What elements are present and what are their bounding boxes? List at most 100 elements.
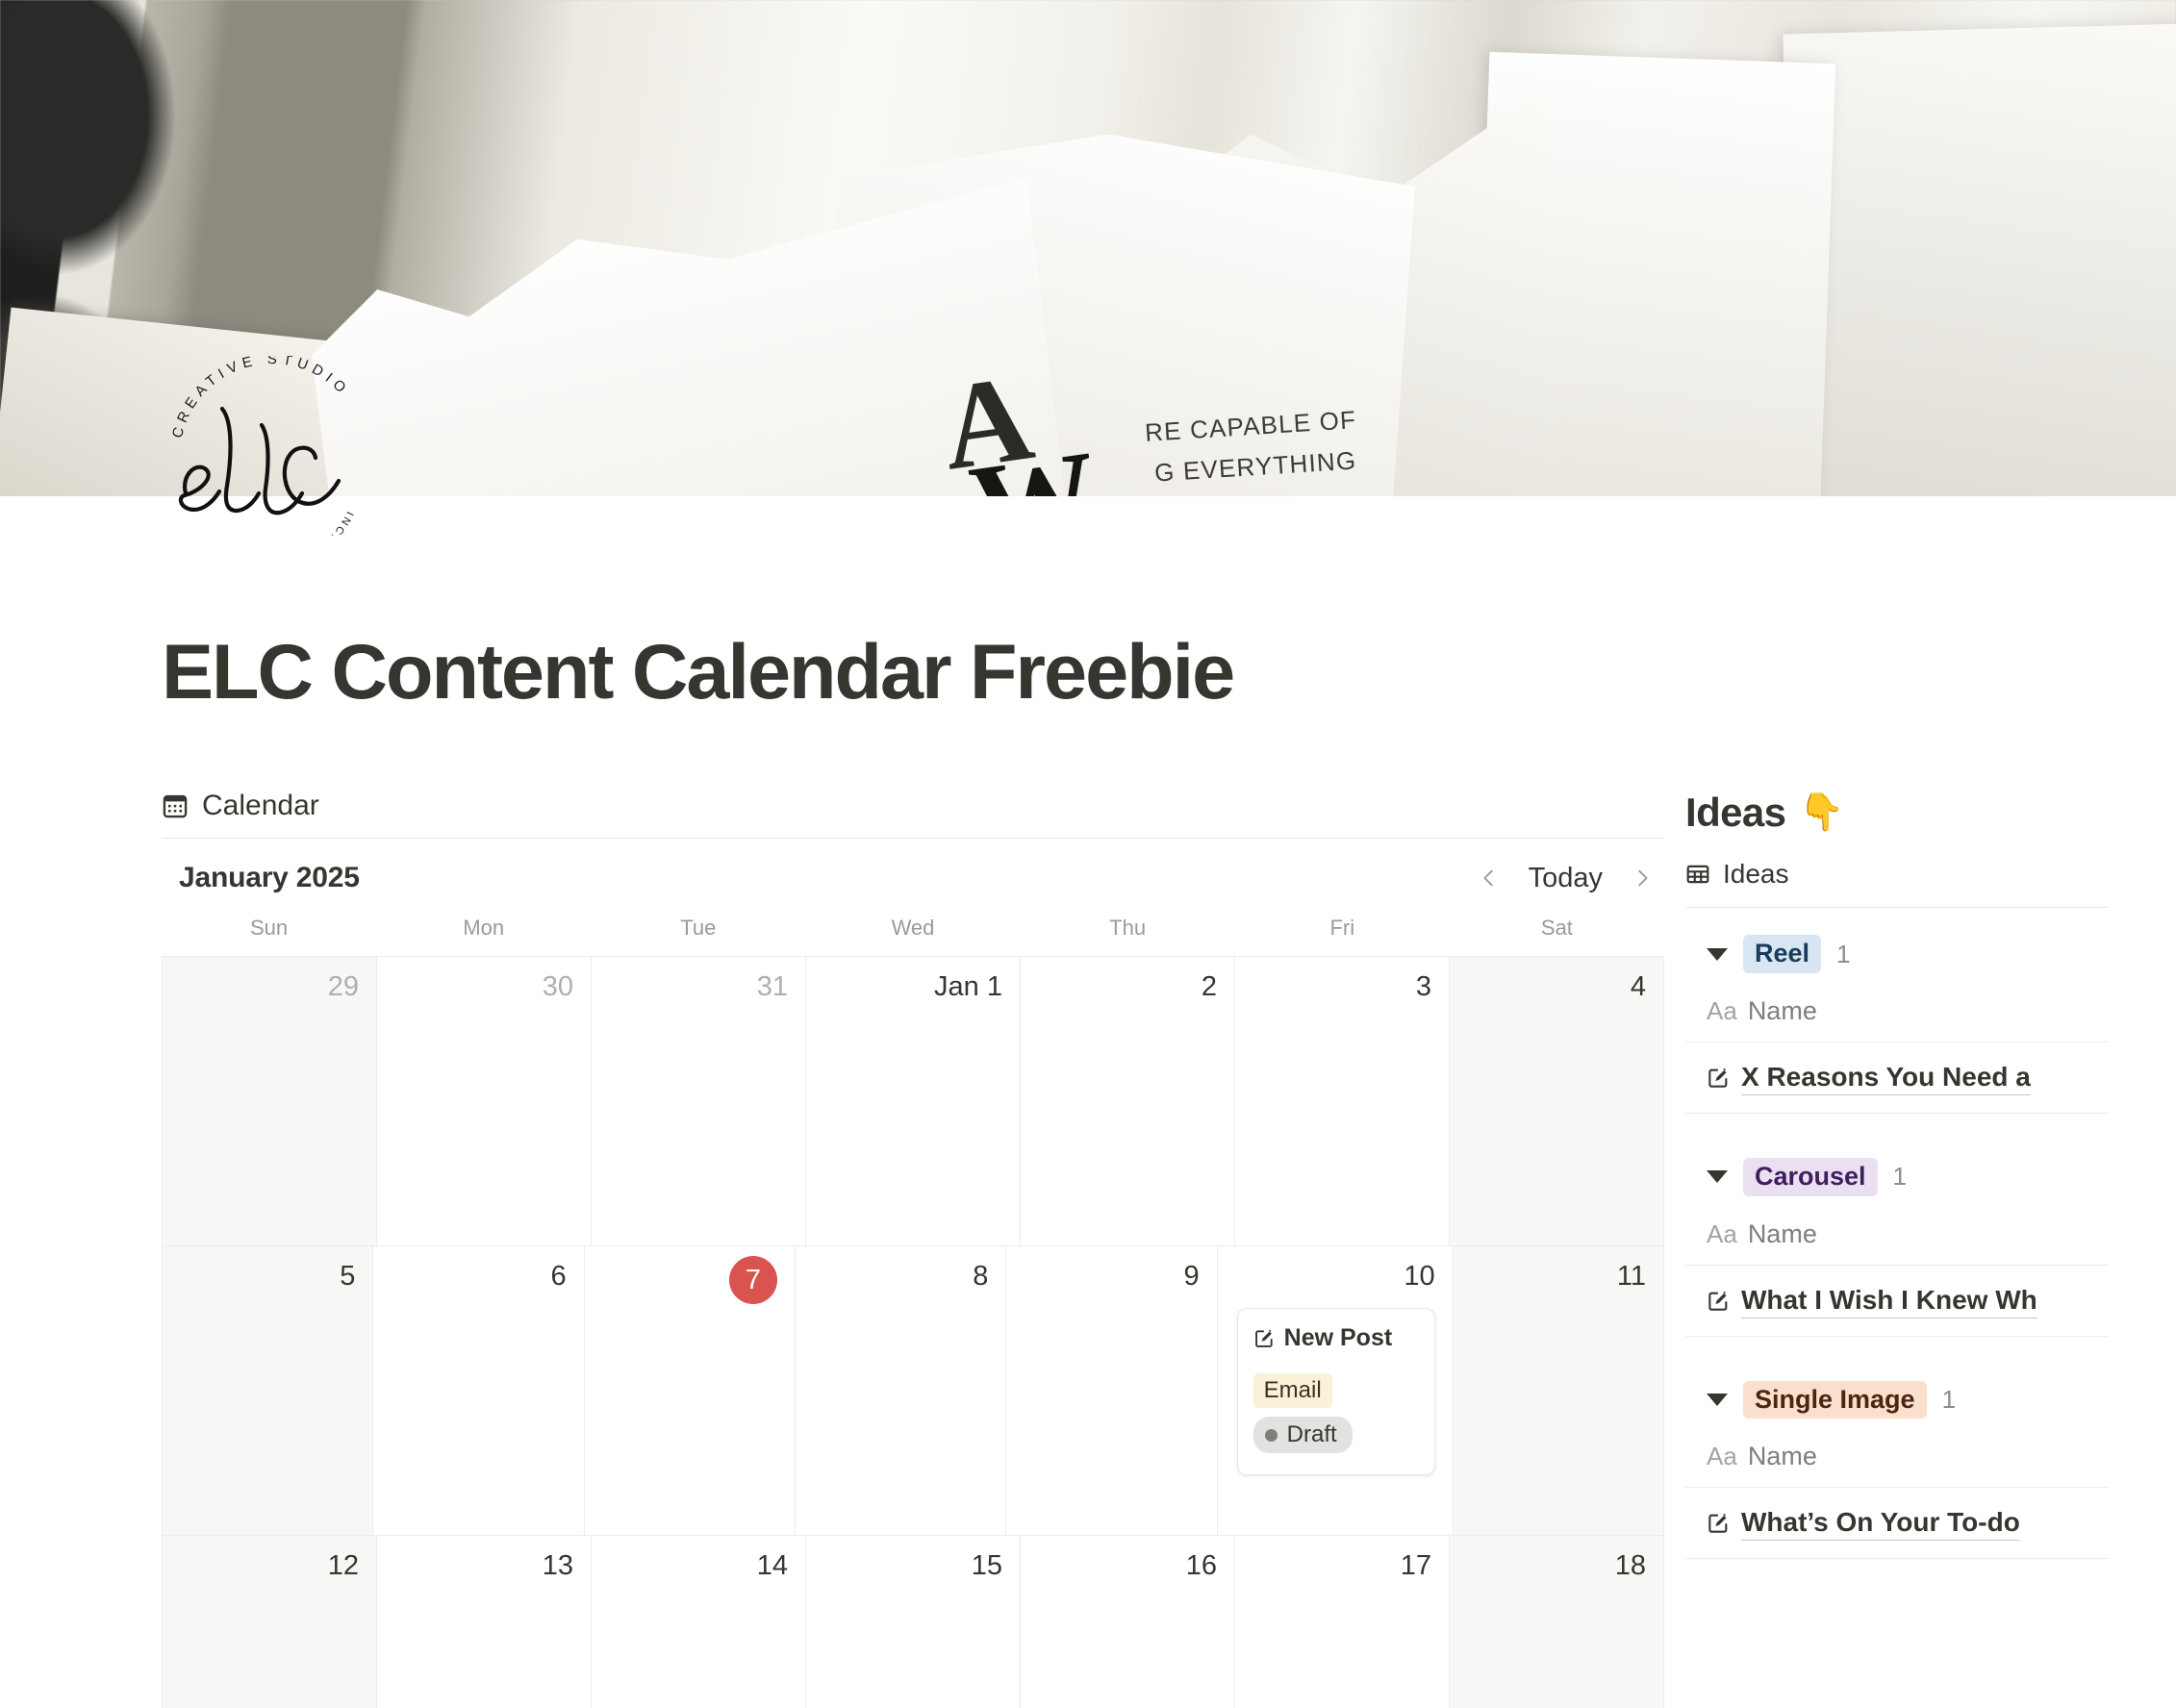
calendar-day-number: 17 (1400, 1550, 1431, 1582)
weekday-label: Wed (891, 916, 935, 941)
calendar-today-badge: 7 (728, 1256, 777, 1305)
ideas-group: Reel 1 Aa Name X Reasons You Need a (1685, 908, 2109, 1131)
calendar-day-cell[interactable]: 13 (377, 1536, 592, 1708)
calendar-day-cell[interactable]: 18 (1450, 1536, 1664, 1708)
calendar-day-cell[interactable]: 3 (1235, 957, 1450, 1247)
calendar-day-cell[interactable]: 8 (795, 1246, 1007, 1537)
ideas-group-spacer (1685, 1114, 2109, 1131)
calendar-day-cell[interactable]: 2 (1021, 957, 1235, 1247)
event-type-tag[interactable]: Email (1252, 1373, 1332, 1408)
calendar-day-number: 9 (1183, 1261, 1200, 1293)
calendar-block: Calendar January 2025 Today Sun Mon Tue … (0, 790, 1664, 1708)
ideas-column-header: Aa Name (1685, 1436, 2109, 1489)
calendar-day-number: 13 (542, 1550, 573, 1582)
calendar-day-number: 18 (1614, 1550, 1646, 1582)
calendar-toolbar: January 2025 Today (162, 839, 1664, 916)
calendar-day-cell[interactable]: 16 (1021, 1536, 1235, 1708)
calendar-week-row: 5 6 7 8 9 10 New Post Email Draft 11 (163, 1246, 1664, 1537)
calendar-day-cell[interactable]: 12 (163, 1536, 377, 1708)
caret-down-icon[interactable] (1707, 947, 1728, 961)
calendar-day-cell[interactable]: 30 (377, 957, 592, 1247)
calendar-day-number: 2 (1201, 971, 1217, 1003)
calendar-grid: 29 30 31 Jan 1 2 3 4 5 6 7 8 9 10 New Post Email Draft 1… (162, 956, 1664, 1708)
calendar-day-cell[interactable]: 5 (163, 1246, 374, 1537)
calendar-day-cell[interactable]: 9 (1006, 1246, 1218, 1537)
calendar-month-label: January 2025 (179, 862, 360, 894)
ideas-group-header[interactable]: Single Image 1 (1685, 1354, 2109, 1437)
logo-arc-bottom: INC. (327, 510, 353, 543)
content-area: Calendar January 2025 Today Sun Mon Tue … (0, 715, 2176, 1708)
ideas-group-list: Reel 1 Aa Name X Reasons You Need a Carousel 1… (1685, 908, 2116, 1560)
calendar-day-number: 11 (1616, 1261, 1646, 1293)
calendar-day-cell[interactable]: 31 (592, 957, 806, 1247)
caret-down-icon[interactable] (1707, 1170, 1728, 1184)
elc-logo: CREATIVE STUDIO INC. (162, 356, 383, 577)
calendar-day-number: 16 (1185, 1550, 1217, 1582)
chevron-right-icon[interactable] (1628, 864, 1657, 892)
ideas-row[interactable]: X Reasons You Need a (1685, 1042, 2109, 1115)
calendar-icon (163, 795, 188, 818)
event-status-badge[interactable]: Draft (1252, 1416, 1353, 1454)
weekday-label: Sun (249, 916, 289, 941)
calendar-day-cell[interactable]: 14 (592, 1536, 806, 1708)
calendar-day-cell[interactable]: 6 (373, 1246, 585, 1537)
ideas-group-count: 1 (1892, 1162, 1908, 1192)
ideas-row-name[interactable]: What’s On Your To-do (1741, 1505, 2020, 1542)
calendar-day-cell[interactable]: 10 New Post Email Draft (1217, 1246, 1454, 1537)
paper-sheet (1783, 23, 2176, 496)
ideas-panel: Ideas 👇 Ideas Reel 1 Aa Name X Reasons You N… (1664, 790, 2116, 1560)
weekday-label: Fri (1329, 916, 1355, 941)
ideas-group-tag[interactable]: Reel (1743, 935, 1822, 974)
ideas-group: Carousel 1 Aa Name What I Wish I Knew Wh (1685, 1131, 2109, 1354)
ideas-column-name: Name (1747, 1218, 1817, 1248)
weekday-label: Mon (463, 916, 505, 941)
ideas-row[interactable]: What I Wish I Knew Wh (1685, 1266, 2109, 1337)
edit-square-icon (1254, 1329, 1273, 1348)
calendar-week-row: 12 13 14 15 16 17 18 (163, 1536, 1664, 1708)
ideas-row-name[interactable]: X Reasons You Need a (1741, 1060, 2031, 1096)
calendar-day-cell[interactable]: 29 (163, 957, 377, 1247)
calendar-day-cell[interactable]: 15 (806, 1536, 1021, 1708)
chevron-left-icon[interactable] (1475, 864, 1504, 892)
calendar-event-card[interactable]: New Post Email Draft (1236, 1308, 1435, 1476)
calendar-day-number: 4 (1630, 971, 1646, 1003)
calendar-day-cell[interactable]: Jan 1 (806, 957, 1021, 1247)
weekday-label: Thu (1109, 916, 1147, 941)
table-icon (1686, 866, 1709, 884)
ideas-row-name[interactable]: What I Wish I Knew Wh (1741, 1283, 2037, 1319)
edit-square-icon (1708, 1291, 1728, 1311)
calendar-day-cell[interactable]: 11 (1453, 1246, 1664, 1537)
ideas-heading-text: Ideas (1685, 790, 1786, 836)
calendar-day-number: 3 (1415, 971, 1431, 1003)
calendar-day-cell[interactable]: 17 (1235, 1536, 1450, 1708)
svg-text:INC.: INC. (327, 510, 356, 543)
calendar-day-number: 6 (550, 1261, 567, 1293)
text-type-icon: Aa (1707, 1218, 1737, 1248)
text-type-icon: Aa (1707, 996, 1737, 1026)
calendar-day-cell[interactable]: 4 (1450, 957, 1664, 1247)
weekday-label: Tue (680, 916, 717, 941)
ideas-group-tag[interactable]: Single Image (1743, 1380, 1927, 1419)
ideas-heading: Ideas 👇 (1685, 790, 2116, 859)
calendar-day-cell[interactable]: 7 (584, 1246, 796, 1537)
calendar-day-number: 31 (756, 971, 788, 1003)
ideas-column-header: Aa Name (1685, 991, 2109, 1043)
edit-square-icon (1708, 1068, 1728, 1088)
page-body: ELC Content Calendar Freebie Calendar Ja… (0, 496, 2176, 1708)
paper-letter-w: W (963, 425, 1106, 496)
caret-down-icon[interactable] (1707, 1394, 1728, 1406)
ideas-row[interactable]: What’s On Your To-do (1685, 1488, 2109, 1560)
ideas-group-header[interactable]: Reel 1 (1685, 908, 2109, 991)
ideas-group-count: 1 (1836, 939, 1851, 968)
ideas-group-count: 1 (1941, 1385, 1957, 1414)
calendar-day-number: 15 (971, 1550, 1002, 1582)
today-button[interactable]: Today (1529, 863, 1603, 894)
ideas-group-tag[interactable]: Carousel (1743, 1158, 1878, 1196)
calendar-day-number: 14 (756, 1550, 788, 1582)
ideas-column-header: Aa Name (1685, 1214, 2109, 1266)
ideas-group: Single Image 1 Aa Name What’s On Your To-do (1685, 1354, 2109, 1560)
ideas-group-header[interactable]: Carousel 1 (1685, 1131, 2109, 1214)
ideas-column-name: Name (1747, 996, 1817, 1026)
calendar-day-number: 30 (542, 971, 573, 1003)
calendar-week-row: 29 30 31 Jan 1 2 3 4 (163, 957, 1664, 1247)
